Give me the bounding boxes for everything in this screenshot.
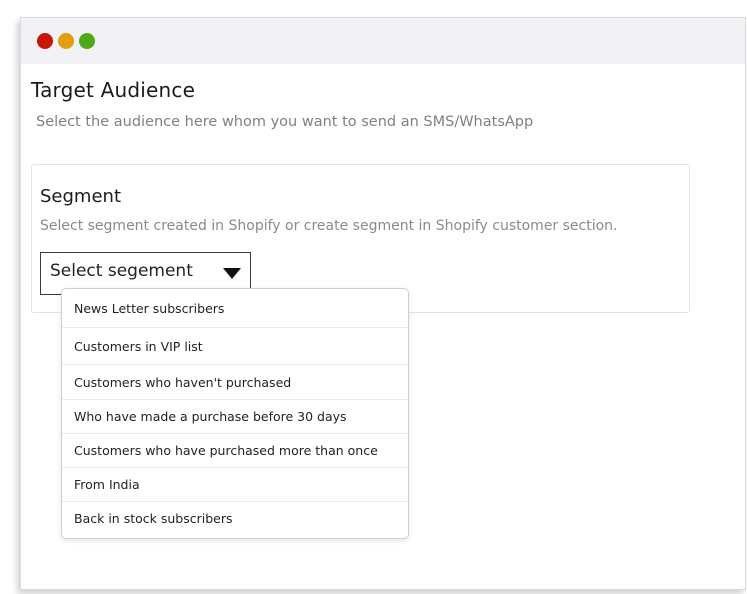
caret-down-icon[interactable] — [223, 268, 241, 279]
page-title: Target Audience — [31, 78, 196, 102]
segment-option[interactable]: From India — [62, 468, 408, 502]
segment-option[interactable]: Back in stock subscribers — [62, 502, 408, 536]
segment-description: Select segment created in Shopify or cre… — [40, 218, 618, 234]
segment-dropdown-menu: News Letter subscribers Customers in VIP… — [61, 288, 409, 539]
segment-option[interactable]: Customers who haven't purchased — [62, 365, 408, 400]
segment-option[interactable]: Customers in VIP list — [62, 328, 408, 365]
segment-select-label: Select segement — [50, 261, 193, 281]
page-subtitle: Select the audience here whom you want t… — [36, 114, 534, 130]
window-titlebar — [21, 18, 745, 64]
segment-title: Segment — [40, 186, 121, 207]
segment-option[interactable]: Customers who have purchased more than o… — [62, 434, 408, 468]
segment-option[interactable]: Who have made a purchase before 30 days — [62, 400, 408, 434]
maximize-dot[interactable] — [79, 33, 95, 49]
close-dot[interactable] — [37, 33, 53, 49]
segment-option[interactable]: News Letter subscribers — [62, 289, 408, 328]
minimize-dot[interactable] — [58, 33, 74, 49]
